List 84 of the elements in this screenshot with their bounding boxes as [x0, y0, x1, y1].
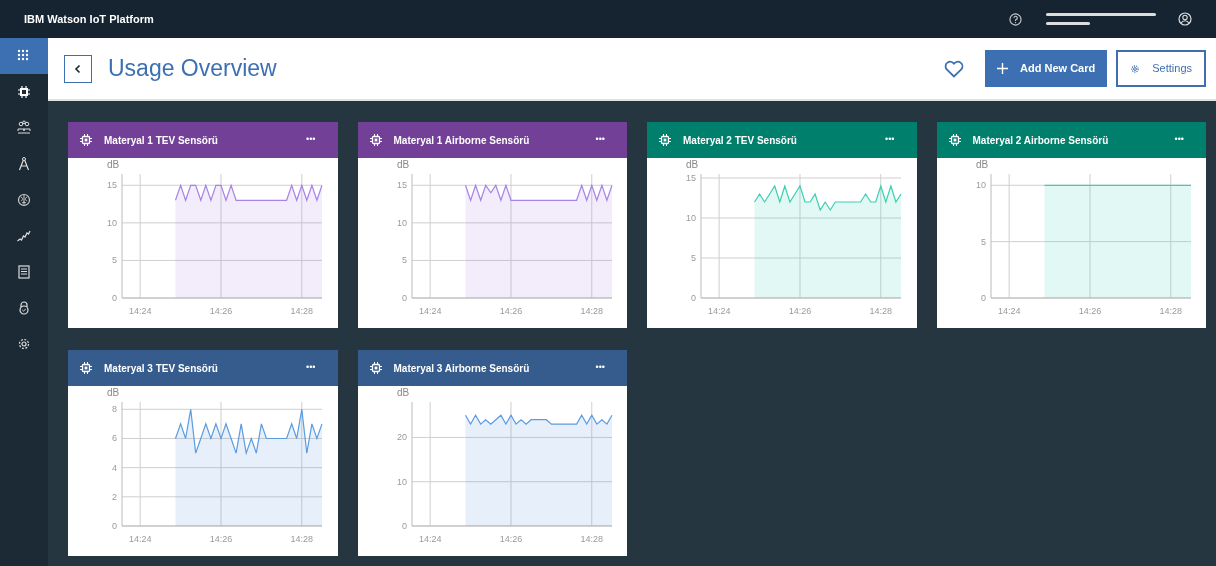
axis-tick-label: 0: [691, 293, 696, 303]
axis-tick-label: 5: [112, 255, 117, 266]
help-icon[interactable]: [1009, 12, 1022, 26]
line-chart-icon: [16, 228, 32, 244]
axis-tick-label: 14:24: [997, 306, 1020, 316]
chip-icon: [369, 134, 382, 146]
axis-tick-label: 4: [112, 462, 117, 473]
card-title: Materyal 3 TEV Sensörü: [104, 361, 218, 376]
axis-tick-label: 0: [980, 293, 986, 303]
axis-tick-label: 8: [112, 404, 117, 415]
axis-tick-label: 15: [686, 173, 696, 183]
axis-tick-label: 5: [691, 253, 696, 263]
overflow-menu-button[interactable]: •••: [595, 361, 605, 375]
axis-tick-label: 14:28: [580, 534, 603, 544]
settings-icon: [1130, 63, 1141, 74]
overflow-menu-button[interactable]: •••: [306, 361, 316, 375]
axis-tick-label: 10: [396, 217, 407, 228]
add-card-button[interactable]: Add New Card: [985, 50, 1108, 87]
overflow-menu-button[interactable]: •••: [306, 133, 316, 147]
axis-tick-label: 0: [112, 521, 117, 531]
user-icon[interactable]: [1178, 12, 1192, 26]
card-title: Materyal 1 Airborne Sensörü: [393, 133, 530, 148]
axis-title: dB: [106, 387, 120, 398]
axis-title: dB: [975, 159, 988, 170]
chevron-left-icon: [74, 63, 82, 74]
card-title: Materyal 3 Airborne Sensörü: [393, 361, 530, 376]
axis-title: dB: [396, 387, 409, 398]
axis-tick-label: 14:28: [580, 306, 603, 316]
plus-icon: [997, 63, 1009, 74]
axis-tick-label: 20: [396, 432, 407, 443]
overflow-menu-button[interactable]: •••: [885, 133, 895, 147]
redaction-mark: [1046, 22, 1090, 25]
axis-tick-label: 14:28: [869, 306, 893, 316]
overflow-menu-button[interactable]: •••: [595, 133, 605, 147]
axis-tick-label: 14:26: [499, 534, 522, 544]
chip-icon: [659, 134, 671, 146]
axis-tick-label: 10: [975, 180, 986, 191]
axis-tick-label: 14:26: [499, 306, 522, 316]
axis-tick-label: 14:26: [209, 534, 233, 544]
axis-tick-label: 14:26: [209, 306, 233, 316]
axis-tick-label: 14:26: [1078, 306, 1101, 316]
axis-tick-label: 0: [112, 293, 117, 303]
lock-icon: [16, 300, 32, 316]
axis-tick-label: 14:28: [290, 306, 314, 316]
axis-tick-label: 10: [107, 217, 117, 228]
card-title: Materyal 1 TEV Sensörü: [104, 133, 218, 148]
axis-tick-label: 0: [401, 293, 407, 303]
people-icon: [16, 120, 32, 136]
axis-tick-label: 5: [980, 236, 986, 247]
axis-tick-label: 14:24: [128, 306, 152, 316]
chip-icon: [80, 134, 92, 146]
card-title: Materyal 2 TEV Sensörü: [683, 133, 797, 148]
card-title: Materyal 2 Airborne Sensörü: [972, 133, 1109, 148]
axis-tick-label: 10: [686, 213, 696, 223]
axis-tick-label: 2: [112, 491, 117, 502]
app-title: IBM Watson IoT Platform: [24, 11, 154, 27]
axis-tick-label: 14:24: [707, 306, 731, 316]
back-button[interactable]: [64, 54, 92, 83]
document-icon: [16, 264, 32, 280]
axis-tick-label: 10: [396, 476, 407, 487]
axis-tick-label: 0: [401, 521, 407, 531]
axis-tick-label: 14:26: [788, 306, 812, 316]
heart-icon[interactable]: [944, 59, 965, 78]
axis-tick-label: 15: [107, 180, 117, 191]
settings-icon: [16, 336, 32, 352]
overflow-menu-button[interactable]: •••: [1174, 133, 1184, 147]
compass-icon: [16, 156, 32, 172]
page-title: Usage Overview: [108, 54, 277, 84]
axis-title: dB: [685, 159, 699, 170]
axis-title: dB: [106, 159, 120, 170]
axis-tick-label: 14:24: [128, 534, 152, 544]
axis-tick-label: 14:28: [290, 534, 314, 544]
chip-icon: [948, 134, 961, 146]
axis-tick-label: 14:28: [1159, 306, 1182, 316]
axis-tick-label: 5: [401, 255, 407, 266]
axis-tick-label: 6: [112, 433, 117, 444]
axis-tick-label: 14:24: [418, 306, 441, 316]
axis-title: dB: [396, 159, 409, 170]
axis-tick-label: 14:24: [418, 534, 441, 544]
axis-tick-label: 15: [396, 180, 407, 191]
settings-button[interactable]: Settings: [1116, 50, 1206, 87]
chip-icon: [16, 84, 32, 100]
chip-icon: [369, 362, 382, 374]
chip-icon: [80, 362, 92, 374]
